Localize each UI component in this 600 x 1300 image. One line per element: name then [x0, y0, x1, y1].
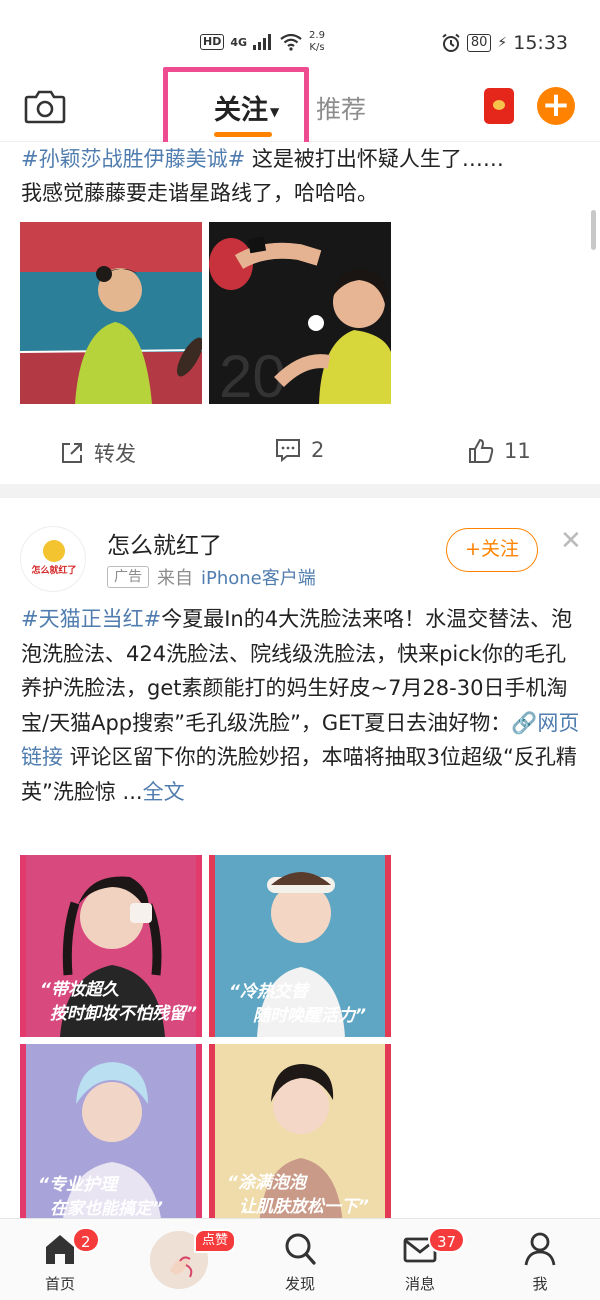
svg-text:20: 20	[219, 343, 286, 404]
image-caption: 按时卸妆不怕残留”	[50, 1004, 197, 1024]
nav-label: 发现	[284, 1275, 315, 1293]
image-caption: 随时唤醒活力”	[253, 1006, 366, 1026]
tab-follow[interactable]: 关注 ▼	[214, 88, 279, 127]
image-caption: “涂满泡泡	[227, 1173, 309, 1193]
tab-follow-label: 关注	[214, 95, 268, 126]
close-icon[interactable]: ✕	[560, 526, 582, 556]
network-speed: 2.9 K/s	[309, 30, 325, 54]
post-image[interactable]: “带妆超久 按时卸妆不怕残留”	[20, 855, 202, 1037]
repost-label: 转发	[94, 442, 136, 466]
status-bar-right: 80 ⚡ 15:33	[441, 32, 568, 54]
network-speed-value: 2.9	[309, 30, 325, 41]
repost-icon	[62, 443, 82, 463]
bottom-nav: 2 首页 点赞 发现 37 消息 我	[0, 1218, 600, 1300]
status-bar-network: HD 4G 2.9 K/s	[200, 30, 325, 54]
hd-badge: HD	[200, 34, 225, 50]
plus-icon[interactable]: +	[537, 87, 575, 125]
expand-link[interactable]: 全文	[143, 780, 185, 804]
like-tag: 点赞	[194, 1229, 237, 1253]
ad-tag: 广告	[107, 566, 149, 588]
post-image[interactable]: “涂满泡泡 让肌肤放松一下”	[209, 1044, 391, 1226]
post-meta: 广告 来自 iPhone客户端	[107, 564, 316, 590]
camera-icon[interactable]	[24, 88, 66, 124]
post-image[interactable]: 20	[209, 222, 391, 404]
nav-me[interactable]: 我	[490, 1219, 590, 1300]
alarm-icon	[442, 33, 460, 52]
image-caption: “专业护理	[38, 1175, 120, 1195]
source-name[interactable]: iPhone客户端	[201, 564, 316, 590]
post-image[interactable]	[20, 222, 202, 404]
post-image[interactable]: “冷热交替 随时唤醒活力”	[209, 855, 391, 1037]
post-text-line: 我感觉藤藤要走谐星路线了，哈哈哈。	[21, 181, 378, 205]
top-nav: 关注 ▼ 推荐 +	[0, 67, 600, 149]
nav-badge: 2	[72, 1227, 100, 1253]
post-card: 怎么就红了 怎么就红了 广告 来自 iPhone客户端 +关注 ✕ #天猫正当红…	[0, 498, 600, 1226]
nav-badge: 37	[428, 1227, 466, 1253]
caret-down-icon: ▼	[270, 104, 280, 119]
scrollbar-thumb[interactable]	[591, 210, 596, 250]
feed-divider	[0, 484, 600, 498]
image-caption: 让肌肤放松一下”	[239, 1197, 369, 1217]
topic-link[interactable]: #天猫正当红#	[21, 607, 161, 631]
tab-recommend[interactable]: 推荐	[316, 90, 366, 126]
avatar[interactable]: 怎么就红了	[20, 526, 86, 592]
post-body-cont: 评论区留下你的洗脸妙招，本喵将抽取3位超级“反孔精英”洗脸惊 ...	[21, 745, 577, 804]
image-caption: “冷热交替	[229, 982, 311, 1002]
red-packet-icon[interactable]	[484, 88, 514, 124]
signal-label: 4G	[230, 35, 248, 49]
thumbs-up-icon	[469, 438, 494, 463]
signal-icon	[253, 34, 272, 50]
author-name[interactable]: 怎么就红了	[107, 526, 222, 560]
post-image[interactable]: “专业护理 在家也能搞定”	[20, 1044, 202, 1226]
topic-link[interactable]: #孙颖莎战胜伊藤美诚#	[21, 147, 245, 171]
network-speed-unit: K/s	[309, 42, 325, 53]
comment-button[interactable]: 2	[275, 438, 324, 462]
nav-label: 我	[532, 1275, 548, 1293]
battery-indicator: 80	[466, 34, 492, 52]
wifi-icon	[280, 33, 302, 51]
post-text-line: 这是被打出怀疑人生了……	[245, 147, 504, 171]
link-icon: 🔗	[511, 710, 538, 735]
follow-button[interactable]: +关注	[446, 528, 538, 572]
active-tab-indicator	[214, 132, 272, 137]
post-action-bar: 转发 2 11	[0, 428, 600, 480]
post-text: #孙颖莎战胜伊藤美诚# 这是被打出怀疑人生了…… 我感觉藤藤要走谐星路线了，哈哈…	[21, 142, 581, 210]
nav-discover[interactable]: 发现	[250, 1219, 350, 1300]
avatar-logo-text: 怎么就红了	[31, 564, 76, 576]
image-caption: 在家也能搞定”	[50, 1199, 163, 1219]
search-icon	[285, 1233, 316, 1265]
clock: 15:33	[513, 32, 568, 54]
charging-icon: ⚡	[497, 35, 508, 51]
like-count: 11	[504, 439, 531, 463]
comment-icon	[276, 439, 300, 462]
post-text: #天猫正当红#今夏最In的4大洗脸法来咯！水温交替法、泡泡洗脸法、424洗脸法、…	[21, 602, 583, 809]
user-icon	[524, 1232, 556, 1266]
post-card: #孙颖莎战胜伊藤美诚# 这是被打出怀疑人生了…… 我感觉藤藤要走谐星路线了，哈哈…	[0, 142, 600, 484]
nav-messages[interactable]: 37 消息	[370, 1219, 470, 1300]
repost-button[interactable]: 转发	[60, 438, 136, 468]
nav-home[interactable]: 2 首页	[10, 1219, 110, 1300]
comment-count: 2	[311, 438, 325, 462]
nav-label: 首页	[44, 1275, 75, 1293]
source-prefix: 来自	[157, 568, 193, 589]
like-button[interactable]: 11	[468, 438, 531, 464]
image-caption: “带妆超久	[40, 980, 120, 1000]
nav-label: 消息	[404, 1275, 435, 1293]
